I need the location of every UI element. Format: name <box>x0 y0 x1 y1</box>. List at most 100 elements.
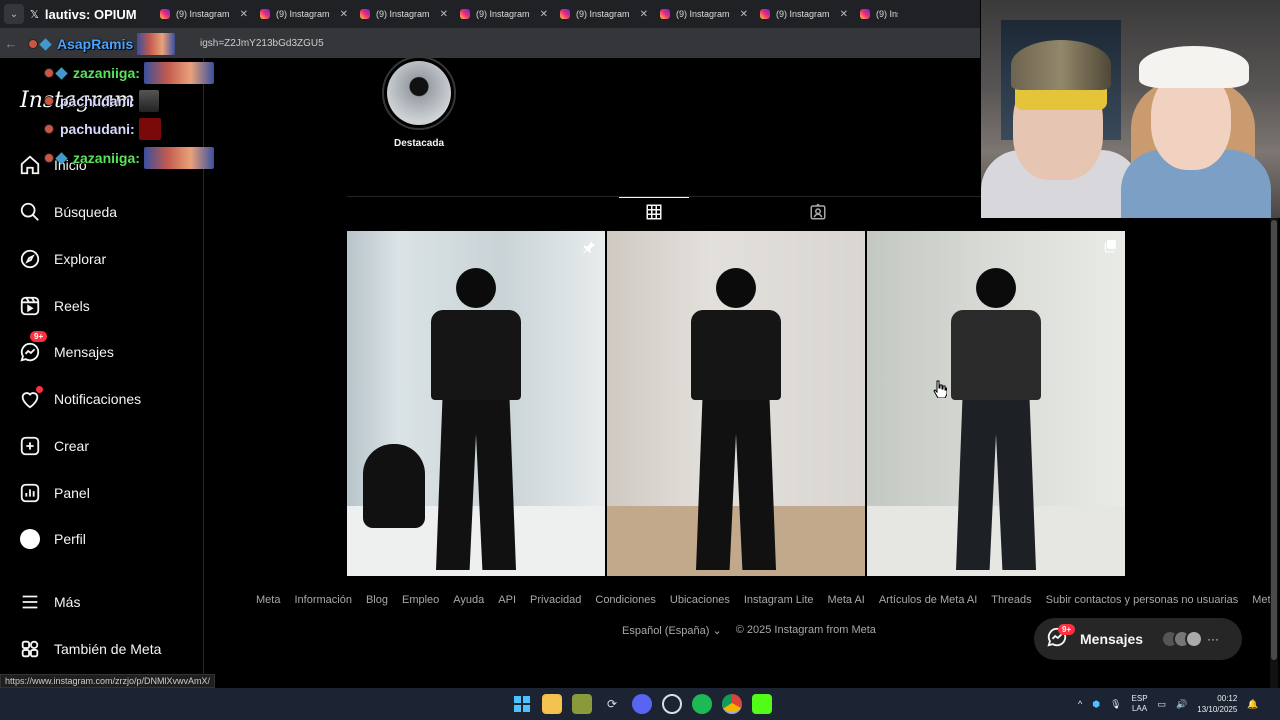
footer-link[interactable]: Condiciones <box>595 594 656 606</box>
sidebar-item-tambien-de-meta[interactable]: También de Meta <box>18 634 198 664</box>
discord-icon[interactable] <box>632 694 652 714</box>
close-icon[interactable]: ✕ <box>740 9 748 20</box>
browser-tab[interactable]: (9) Insta <box>854 0 904 28</box>
close-icon[interactable]: ✕ <box>640 9 648 20</box>
windows-start-icon[interactable] <box>512 694 532 714</box>
network-icon[interactable]: ▭ <box>1158 699 1167 710</box>
footer-link[interactable]: Threads <box>991 594 1031 606</box>
back-arrow-icon[interactable]: ← <box>0 36 22 51</box>
kick-icon[interactable] <box>752 694 772 714</box>
footer-link[interactable]: Información <box>294 594 351 606</box>
chat-badges <box>44 124 54 134</box>
footer-link[interactable]: Artículos de Meta AI <box>879 594 977 606</box>
footer-link[interactable]: Empleo <box>402 594 439 606</box>
instagram-favicon-icon <box>860 9 870 19</box>
chrome-icon[interactable] <box>722 694 742 714</box>
post-thumbnail[interactable] <box>867 231 1125 576</box>
post-person <box>691 268 781 570</box>
footer-link[interactable]: Meta <box>256 594 280 606</box>
grid-icon <box>645 203 663 226</box>
sidebar-item-reels[interactable]: Reels <box>18 291 198 321</box>
carousel-icon <box>1103 239 1117 258</box>
posts-grid <box>347 231 1125 576</box>
highlight-thumbnail <box>387 61 451 125</box>
shield-icon[interactable]: ⬢ <box>1092 699 1100 710</box>
tab-title: (9) Insta <box>876 9 898 19</box>
messages-floating-button[interactable]: 9+ Mensajes ··· <box>1034 618 1242 660</box>
compass-icon <box>18 247 42 271</box>
browser-tab[interactable]: (9) Instagram ✕ <box>554 0 654 28</box>
chart-icon <box>18 481 42 505</box>
sidebar-item-perfil[interactable]: Perfil <box>18 524 198 554</box>
close-icon[interactable]: ✕ <box>440 9 448 20</box>
url-field[interactable]: igsh=Z2JmY213bGd3ZGU5 <box>200 38 324 49</box>
sidebar-item-busqueda[interactable]: Búsqueda <box>18 197 198 227</box>
close-icon[interactable]: ✕ <box>340 9 348 20</box>
footer-link[interactable]: Privacidad <box>530 594 581 606</box>
tab-tagged[interactable] <box>783 197 853 231</box>
notification-badge: 9+ <box>1058 624 1076 635</box>
footer-link[interactable]: Instagram Lite <box>744 594 814 606</box>
post-thumbnail[interactable] <box>607 231 865 576</box>
footer-link[interactable]: Blog <box>366 594 388 606</box>
close-icon[interactable]: ✕ <box>540 9 548 20</box>
hand-cursor-icon <box>933 380 948 403</box>
sidebar-item-explorar[interactable]: Explorar <box>18 244 198 274</box>
tab-title: lautivs: OPIUM <box>44 6 137 22</box>
volume-icon[interactable]: 🔊 <box>1176 699 1187 710</box>
browser-tab[interactable]: 𝕏 lautivs: OPIUM <box>24 0 154 28</box>
chevron-up-icon[interactable]: ^ <box>1078 699 1082 709</box>
sidebar-item-mas[interactable]: Más <box>18 587 198 617</box>
footer-link[interactable]: Ayuda <box>453 594 484 606</box>
browser-tab[interactable]: (9) Instagram ✕ <box>154 0 254 28</box>
obs-icon[interactable] <box>662 694 682 714</box>
lang-top: ESP <box>1131 694 1148 703</box>
language-indicator[interactable]: ESP LAA <box>1132 694 1148 714</box>
vertical-scrollbar[interactable] <box>1270 218 1278 688</box>
language-label: Español (España) <box>622 625 710 637</box>
clock[interactable]: 00:12 13/10/2025 <box>1197 693 1237 715</box>
spotify-icon[interactable] <box>692 694 712 714</box>
footer-link[interactable]: Meta AI <box>828 594 865 606</box>
chevron-down-icon: ⌄ <box>712 625 722 637</box>
sidebar-item-crear[interactable]: Crear <box>18 431 198 461</box>
sidebar-item-notificaciones[interactable]: Notificaciones <box>18 384 198 414</box>
app-icon[interactable] <box>572 694 592 714</box>
sidebar-item-label: Explorar <box>54 251 107 267</box>
close-icon[interactable]: ✕ <box>840 9 848 20</box>
tab-search-button[interactable]: ⌄ <box>4 4 24 24</box>
notification-bell-icon[interactable]: 🔔 <box>1247 699 1258 710</box>
footer-link[interactable]: Ubicaciones <box>670 594 730 606</box>
microphone-icon[interactable]: 🎙 <box>1110 699 1121 710</box>
instagram-favicon-icon <box>360 9 370 19</box>
post-thumbnail[interactable] <box>347 231 605 576</box>
steam-icon[interactable]: ⟳ <box>602 694 622 714</box>
tab-posts[interactable] <box>619 197 689 231</box>
tagged-user-icon <box>809 202 827 226</box>
language-select[interactable]: Español (España) ⌄ <box>622 624 722 637</box>
scrollbar-thumb[interactable] <box>1271 220 1277 660</box>
sidebar-item-mensajes[interactable]: 9+ Mensajes <box>18 331 198 367</box>
close-icon[interactable]: ✕ <box>240 9 248 20</box>
chat-badges <box>44 96 54 106</box>
post-person <box>951 268 1041 570</box>
chat-username: pachudani: <box>60 93 135 109</box>
x-logo-icon: 𝕏 <box>30 8 39 21</box>
browser-tab[interactable]: (9) Instagram ✕ <box>754 0 854 28</box>
tab-title: (9) Instagram <box>776 9 830 19</box>
sidebar-item-panel[interactable]: Panel <box>18 478 198 508</box>
plus-square-icon <box>18 434 42 458</box>
footer-link[interactable]: API <box>498 594 516 606</box>
footer-link[interactable]: Subir contactos y personas no usuarias <box>1046 594 1239 606</box>
browser-tab[interactable]: (9) Instagram ✕ <box>654 0 754 28</box>
story-highlight[interactable]: Destacada <box>382 56 456 149</box>
browser-tab[interactable]: (9) Instagram ✕ <box>354 0 454 28</box>
instagram-favicon-icon <box>560 9 570 19</box>
chat-message: pachudani: <box>44 118 161 140</box>
file-explorer-icon[interactable] <box>542 694 562 714</box>
chat-emote <box>137 33 176 55</box>
highlight-ring <box>382 56 456 130</box>
browser-tab[interactable]: (9) Instagram ✕ <box>254 0 354 28</box>
webcam-overlay <box>981 0 1280 218</box>
browser-tab[interactable]: (9) Instagram ✕ <box>454 0 554 28</box>
